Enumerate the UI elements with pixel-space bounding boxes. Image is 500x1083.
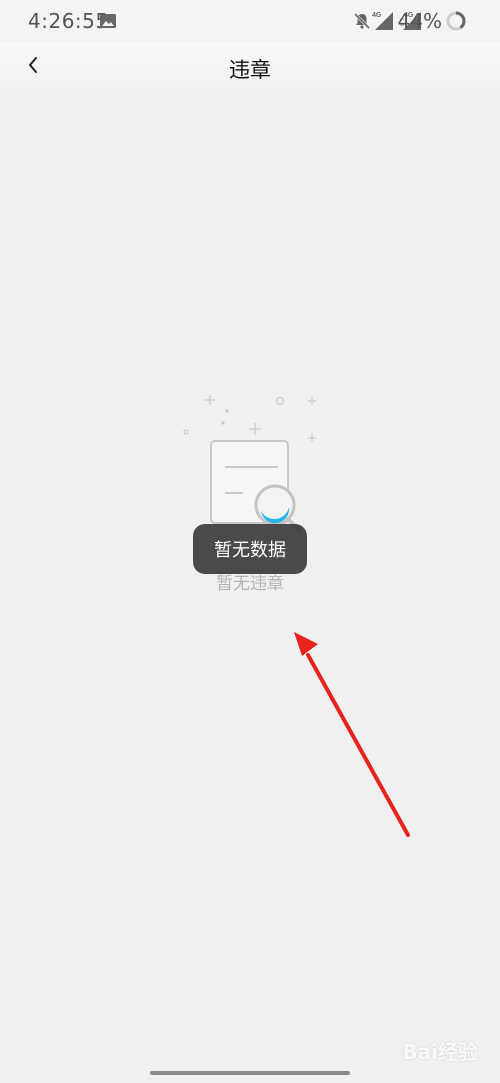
signal-4g-icon: 4G bbox=[372, 10, 394, 34]
nav-bar: 违章 bbox=[0, 42, 500, 92]
page-title: 违章 bbox=[229, 58, 271, 82]
status-bar: 4:26:55 4G 4G 44% bbox=[0, 0, 500, 42]
toast-text: 暂无数据 bbox=[214, 540, 286, 561]
watermark-logo: Bai经验 bbox=[402, 1040, 478, 1064]
annotation-arrow-icon bbox=[280, 620, 420, 854]
status-time: 4:26:55 bbox=[28, 9, 109, 33]
gallery-icon bbox=[100, 13, 116, 32]
svg-text:4G: 4G bbox=[372, 12, 382, 19]
battery-percent: 44% bbox=[397, 9, 442, 33]
home-indicator[interactable] bbox=[150, 1071, 350, 1075]
mute-bell-icon bbox=[353, 12, 371, 34]
toast-message: 暂无数据 bbox=[193, 524, 307, 574]
document-search-icon bbox=[175, 385, 325, 539]
battery-ring-icon bbox=[446, 11, 466, 35]
